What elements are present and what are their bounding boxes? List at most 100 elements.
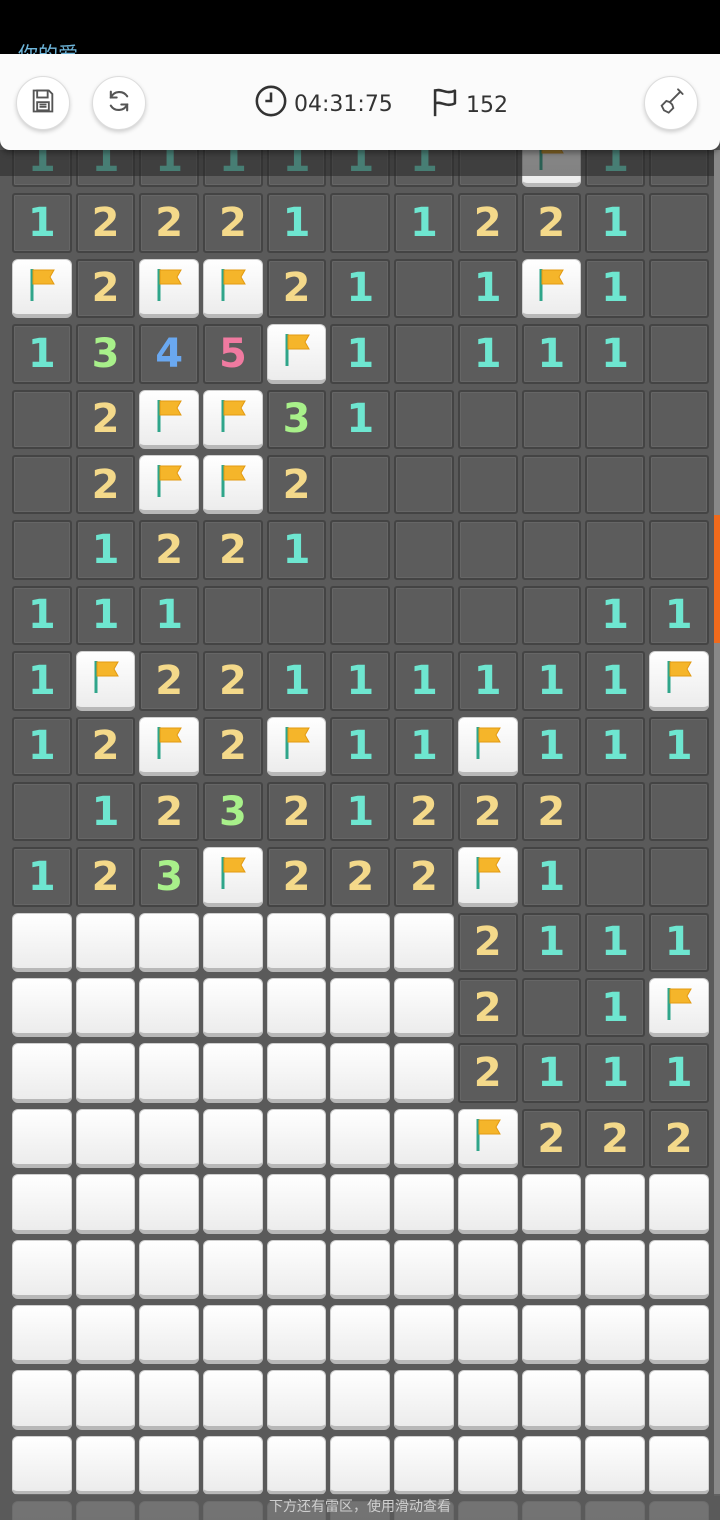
- cell-opened[interactable]: 1: [265, 190, 329, 255]
- cell-covered[interactable]: [10, 1237, 74, 1302]
- cell-covered[interactable]: [520, 1433, 584, 1498]
- cell-flagged[interactable]: [201, 452, 265, 517]
- cell-opened[interactable]: 2: [647, 1106, 711, 1171]
- cell-covered[interactable]: [201, 975, 265, 1040]
- cell-covered[interactable]: [328, 975, 392, 1040]
- cell-covered[interactable]: [328, 1106, 392, 1171]
- cell-opened[interactable]: 1: [10, 583, 74, 648]
- cell-flagged[interactable]: [137, 256, 201, 321]
- cell-opened[interactable]: 1: [583, 910, 647, 975]
- cell-opened[interactable]: 1: [583, 975, 647, 1040]
- cell-opened[interactable]: 2: [456, 1040, 520, 1105]
- cell-opened[interactable]: [520, 387, 584, 452]
- cell-opened[interactable]: 1: [647, 583, 711, 648]
- cell-covered[interactable]: [520, 1237, 584, 1302]
- cell-covered[interactable]: [265, 1171, 329, 1236]
- cell-opened[interactable]: 2: [583, 1106, 647, 1171]
- cell-covered[interactable]: [74, 1171, 138, 1236]
- cell-opened[interactable]: 1: [647, 714, 711, 779]
- cell-opened[interactable]: 1: [265, 648, 329, 713]
- cell-opened[interactable]: 2: [201, 714, 265, 779]
- cell-covered[interactable]: [201, 1433, 265, 1498]
- cell-covered[interactable]: [392, 1106, 456, 1171]
- cell-covered[interactable]: [392, 1367, 456, 1432]
- cell-covered[interactable]: [520, 1171, 584, 1236]
- cell-opened[interactable]: 2: [74, 387, 138, 452]
- cell-covered[interactable]: [583, 1433, 647, 1498]
- cell-covered[interactable]: [647, 1171, 711, 1236]
- cell-flagged[interactable]: [456, 1106, 520, 1171]
- cell-covered[interactable]: [74, 1040, 138, 1105]
- cell-opened[interactable]: 1: [647, 1040, 711, 1105]
- cell-covered[interactable]: [10, 1433, 74, 1498]
- cell-opened[interactable]: 2: [392, 779, 456, 844]
- cell-covered[interactable]: [583, 1171, 647, 1236]
- cell-opened[interactable]: 1: [392, 648, 456, 713]
- cell-opened[interactable]: 1: [137, 583, 201, 648]
- cell-covered[interactable]: [328, 1237, 392, 1302]
- cell-opened[interactable]: [520, 517, 584, 582]
- cell-covered[interactable]: [583, 1367, 647, 1432]
- cell-covered[interactable]: [392, 1302, 456, 1367]
- cell-opened[interactable]: 1: [520, 1040, 584, 1105]
- cell-opened[interactable]: [392, 387, 456, 452]
- cell-opened[interactable]: [647, 256, 711, 321]
- cell-covered[interactable]: [265, 910, 329, 975]
- cell-covered[interactable]: [265, 1302, 329, 1367]
- cell-covered[interactable]: [647, 1302, 711, 1367]
- cell-covered[interactable]: [10, 1302, 74, 1367]
- cell-covered[interactable]: [137, 1040, 201, 1105]
- cell-covered[interactable]: [265, 1106, 329, 1171]
- cell-opened[interactable]: 2: [74, 452, 138, 517]
- cell-covered[interactable]: [74, 1433, 138, 1498]
- restart-button[interactable]: [92, 76, 146, 130]
- cell-covered[interactable]: [392, 1433, 456, 1498]
- cell-flagged[interactable]: [137, 387, 201, 452]
- cell-opened[interactable]: 1: [583, 190, 647, 255]
- cell-opened[interactable]: [10, 517, 74, 582]
- cell-covered[interactable]: [265, 975, 329, 1040]
- cell-opened[interactable]: [392, 452, 456, 517]
- cell-opened[interactable]: [10, 452, 74, 517]
- cell-opened[interactable]: 2: [201, 190, 265, 255]
- cell-opened[interactable]: [583, 517, 647, 582]
- cell-opened[interactable]: 1: [456, 648, 520, 713]
- cell-opened[interactable]: 2: [137, 648, 201, 713]
- cell-flagged[interactable]: [201, 844, 265, 909]
- cell-opened[interactable]: [647, 452, 711, 517]
- cell-covered[interactable]: [583, 1302, 647, 1367]
- cell-opened[interactable]: 1: [392, 714, 456, 779]
- cell-opened[interactable]: 2: [456, 910, 520, 975]
- cell-opened[interactable]: [583, 844, 647, 909]
- cell-opened[interactable]: [328, 583, 392, 648]
- cell-opened[interactable]: 1: [74, 583, 138, 648]
- cell-covered[interactable]: [328, 1302, 392, 1367]
- cell-covered[interactable]: [647, 1433, 711, 1498]
- cell-covered[interactable]: [456, 1433, 520, 1498]
- cell-opened[interactable]: 1: [328, 779, 392, 844]
- cell-opened[interactable]: [10, 779, 74, 844]
- cell-opened[interactable]: 1: [520, 910, 584, 975]
- cell-covered[interactable]: [328, 1433, 392, 1498]
- cell-opened[interactable]: 3: [265, 387, 329, 452]
- cell-flagged[interactable]: [647, 975, 711, 1040]
- cell-flagged[interactable]: [647, 648, 711, 713]
- cell-opened[interactable]: 2: [392, 844, 456, 909]
- cell-opened[interactable]: [520, 452, 584, 517]
- cell-covered[interactable]: [328, 1171, 392, 1236]
- cell-covered[interactable]: [201, 1302, 265, 1367]
- cell-opened[interactable]: 2: [74, 190, 138, 255]
- cell-covered[interactable]: [74, 1302, 138, 1367]
- shovel-button[interactable]: [644, 76, 698, 130]
- cell-covered[interactable]: [520, 1367, 584, 1432]
- cell-covered[interactable]: [392, 1171, 456, 1236]
- scrollbar-thumb[interactable]: [714, 515, 720, 643]
- cell-covered[interactable]: [265, 1040, 329, 1105]
- cell-opened[interactable]: [392, 256, 456, 321]
- cell-covered[interactable]: [137, 910, 201, 975]
- cell-opened[interactable]: 3: [74, 321, 138, 386]
- cell-opened[interactable]: [456, 517, 520, 582]
- cell-opened[interactable]: [520, 975, 584, 1040]
- cell-opened[interactable]: 1: [647, 910, 711, 975]
- cell-covered[interactable]: [583, 1237, 647, 1302]
